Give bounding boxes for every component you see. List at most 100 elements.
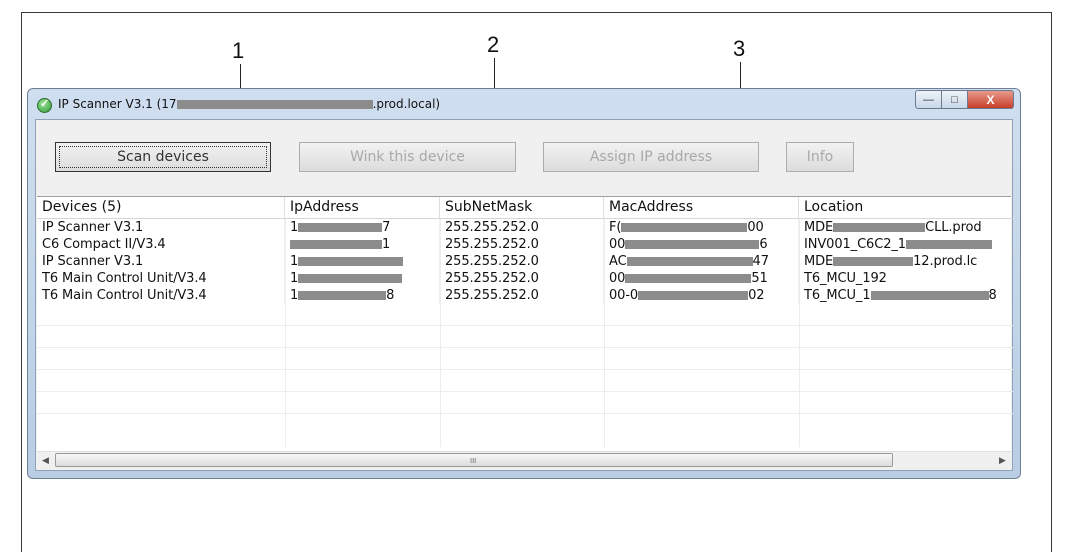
redacted-block [625,274,752,283]
horizontal-scrollbar[interactable]: ◀ III ▶ [37,451,1011,469]
callout-1: 1 [232,38,245,63]
close-button[interactable]: X [968,90,1014,109]
callout-3: 3 [733,36,746,61]
location: T6_MCU_192 [804,271,887,286]
redacted-block [833,223,926,232]
mac-text: 00 [609,271,626,286]
location: INV001_C6C2_1 [799,236,1013,253]
client-area: Scan devices Wink this device Assign IP … [35,119,1013,471]
table-row[interactable]: IP Scanner V3.1 1 255.255.252.0 AC 47 MDE… [37,253,1013,270]
mac-address: 00 51 [604,270,799,287]
mac-text: AC [609,254,627,269]
location-text: INV001_C6C2_1 [804,237,906,252]
window-title-prefix: IP Scanner V3.1 (17 [58,97,177,111]
mac-text: F( [609,220,622,235]
mac-text: 00 [609,237,626,252]
redacted-block [625,240,760,249]
device-name: T6 Main Control Unit/V3.4 [37,287,285,304]
mac-text: 00-0 [609,288,639,303]
title-bar[interactable]: IP Scanner V3.1 (17 .prod.local) — □ X [28,89,1020,119]
column-header-ipaddress[interactable]: IpAddress [285,197,440,218]
ip-scanner-window: IP Scanner V3.1 (17 .prod.local) — □ X Sc… [27,88,1021,479]
mac-address: 00 6 [604,236,799,253]
location-text: MDE [804,220,834,235]
column-header-macaddress[interactable]: MacAddress [604,197,799,218]
redacted-block [298,257,404,266]
ip-text: 1 [290,220,299,235]
device-name: IP Scanner V3.1 [37,219,285,236]
ip-text: 1 [290,254,299,269]
redacted-block [626,257,753,266]
row-divider [37,325,1013,326]
redacted-block [298,291,387,300]
scan-devices-button[interactable]: Scan devices [55,142,271,172]
window-title-suffix: .prod.local) [372,97,441,111]
mac-address: F( 00 [604,219,799,236]
mac-text: 47 [752,254,769,269]
redacted-block [905,240,992,249]
table-row[interactable]: T6 Main Control Unit/V3.4 18 255.255.252… [37,287,1013,304]
maximize-button[interactable]: □ [942,90,968,109]
mac-address: AC 47 [604,253,799,270]
ip-address: 18 [285,287,440,304]
mac-address: 00-0 02 [604,287,799,304]
ip-text: 7 [382,220,391,235]
mac-text: 6 [759,237,768,252]
redacted-block [833,257,914,266]
row-divider [37,369,1013,370]
info-button[interactable]: Info [786,142,854,172]
location: MDE 12.prod.lc [799,253,1013,270]
ip-text: 1 [290,271,299,286]
device-name: C6 Compact II/V3.4 [37,236,285,253]
column-header-subnetmask[interactable]: SubNetMask [440,197,604,218]
location-text: 12.prod.lc [913,254,978,269]
redacted-block [298,274,403,283]
minimize-button[interactable]: — [915,90,942,109]
subnet-mask: 255.255.252.0 [440,270,604,287]
subnet-mask: 255.255.252.0 [440,236,604,253]
scroll-right-icon[interactable]: ▶ [994,452,1011,469]
location-text: CLL.prod [925,220,982,235]
callout-2: 2 [487,32,500,57]
redacted-block [176,100,373,109]
redacted-block [621,223,748,232]
ip-text: 8 [386,288,395,303]
row-divider [37,347,1013,348]
location-text: T6_MCU_1 [804,288,871,303]
table-row[interactable]: IP Scanner V3.1 17 255.255.252.0 F(00 MD… [37,219,1013,236]
list-rows: IP Scanner V3.1 17 255.255.252.0 F(00 MD… [37,219,1013,304]
window-title: IP Scanner V3.1 (17 .prod.local) [58,97,440,111]
ip-address: 1 [285,253,440,270]
subnet-mask: 255.255.252.0 [440,219,604,236]
location-text: 8 [988,288,997,303]
redacted-block [638,291,749,300]
wink-device-button[interactable]: Wink this device [299,142,516,172]
ip-address: 1 [285,236,440,253]
column-header-location[interactable]: Location [799,197,1013,218]
ip-address: 17 [285,219,440,236]
list-header: Devices (5) IpAddress SubNetMask MacAddr… [37,197,1013,219]
redacted-block [298,223,383,232]
assign-ip-button[interactable]: Assign IP address [543,142,759,172]
scroll-left-icon[interactable]: ◀ [37,452,54,469]
redacted-block [290,240,382,249]
mac-text: 00 [747,220,764,235]
location: MDE CLL.prod [799,219,1013,236]
location-text: MDE [804,254,834,269]
redacted-block [870,291,989,300]
ip-text: 1 [382,237,391,252]
location: T6_MCU_1 8 [799,287,1013,304]
subnet-mask: 255.255.252.0 [440,287,604,304]
shield-check-icon [37,97,52,113]
row-divider [37,391,1013,392]
mac-text: 02 [748,288,765,303]
mac-text: 51 [751,271,768,286]
table-row[interactable]: C6 Compact II/V3.4 1 255.255.252.0 00 6 I… [37,236,1013,253]
scroll-thumb[interactable]: III [55,453,893,467]
table-row[interactable]: T6 Main Control Unit/V3.4 1 255.255.252.… [37,270,1013,287]
window-controls: — □ X [915,90,1014,110]
device-list[interactable]: Devices (5) IpAddress SubNetMask MacAddr… [37,196,1013,469]
device-name: T6 Main Control Unit/V3.4 [37,270,285,287]
grip-icon: III [470,457,477,465]
column-header-devices[interactable]: Devices (5) [37,197,285,218]
